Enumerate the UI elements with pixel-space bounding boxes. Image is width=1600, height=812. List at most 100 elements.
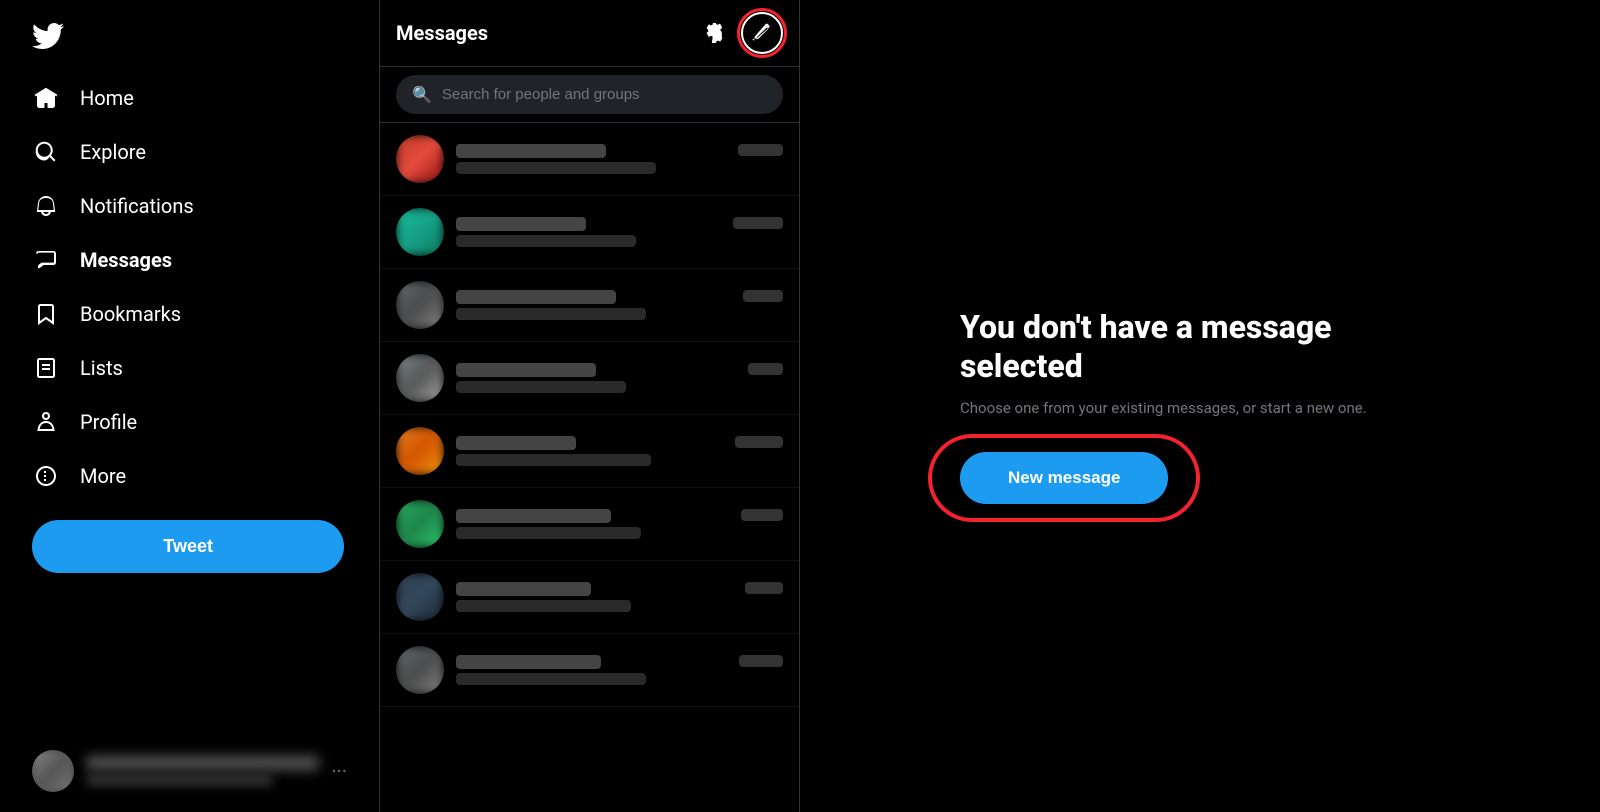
message-list-item[interactable] (380, 196, 799, 269)
message-preview (456, 527, 641, 539)
message-avatar (396, 427, 444, 475)
tweet-button[interactable]: Tweet (32, 520, 344, 573)
account-more-dots: ··· (331, 759, 347, 783)
message-preview (456, 162, 656, 174)
sidebar-item-home[interactable]: Home (16, 72, 363, 124)
message-content (456, 144, 783, 174)
message-preview (456, 454, 651, 466)
no-message-selected-panel: You don't have a message selected Choose… (960, 308, 1440, 503)
message-list (380, 123, 799, 812)
sidebar-item-bookmarks[interactable]: Bookmarks (16, 288, 363, 340)
bookmark-icon (32, 300, 60, 328)
new-message-button[interactable]: New message (960, 452, 1168, 504)
message-sender-name (456, 363, 596, 377)
sidebar-item-notifications[interactable]: Notifications (16, 180, 363, 232)
messages-icon (32, 246, 60, 274)
message-sender-name (456, 436, 576, 450)
message-list-item[interactable] (380, 415, 799, 488)
message-name-row (456, 217, 783, 231)
message-list-item[interactable] (380, 342, 799, 415)
message-timestamp (741, 509, 783, 521)
no-selection-subtitle: Choose one from your existing messages, … (960, 397, 1367, 420)
sidebar-item-explore[interactable]: Explore (16, 126, 363, 178)
message-content (456, 509, 783, 539)
message-preview (456, 308, 646, 320)
message-preview (456, 673, 646, 685)
message-timestamp (739, 655, 783, 667)
message-avatar (396, 646, 444, 694)
header-icons (695, 12, 783, 54)
sidebar-item-messages-label: Messages (80, 248, 172, 272)
sidebar-item-lists[interactable]: Lists (16, 342, 363, 394)
user-handle (86, 774, 273, 786)
user-info (86, 756, 319, 786)
message-list-item[interactable] (380, 269, 799, 342)
list-icon (32, 354, 60, 382)
message-avatar (396, 500, 444, 548)
sidebar-item-explore-label: Explore (80, 140, 146, 164)
messages-panel: Messages 🔍 (380, 0, 800, 812)
more-circle-icon (32, 462, 60, 490)
explore-icon (32, 138, 60, 166)
sidebar-item-messages[interactable]: Messages (16, 234, 363, 286)
message-sender-name (456, 655, 601, 669)
search-input[interactable] (442, 86, 767, 103)
message-avatar (396, 135, 444, 183)
message-avatar (396, 573, 444, 621)
sidebar-item-lists-label: Lists (80, 356, 123, 380)
new-message-compose-button[interactable] (741, 12, 783, 54)
sidebar-item-more[interactable]: More (16, 450, 363, 502)
message-avatar (396, 208, 444, 256)
message-preview (456, 381, 626, 393)
sidebar-item-notifications-label: Notifications (80, 194, 194, 218)
messages-header: Messages (380, 0, 799, 67)
search-input-wrap: 🔍 (396, 75, 783, 114)
sidebar-item-profile[interactable]: Profile (16, 396, 363, 448)
message-list-item[interactable] (380, 123, 799, 196)
message-timestamp (743, 290, 783, 302)
message-name-row (456, 436, 783, 450)
message-avatar (396, 281, 444, 329)
message-content (456, 290, 783, 320)
message-name-row (456, 582, 783, 596)
message-avatar (396, 354, 444, 402)
message-name-row (456, 363, 783, 377)
message-timestamp (748, 363, 783, 375)
bell-icon (32, 192, 60, 220)
message-list-item[interactable] (380, 488, 799, 561)
message-sender-name (456, 582, 591, 596)
sidebar-item-home-label: Home (80, 86, 134, 110)
profile-icon (32, 408, 60, 436)
messages-title: Messages (396, 21, 488, 45)
message-content (456, 217, 783, 247)
gear-icon (702, 21, 726, 45)
message-preview (456, 235, 636, 247)
message-preview (456, 600, 631, 612)
user-account-button[interactable]: ··· (16, 738, 363, 804)
compose-icon (752, 23, 772, 43)
message-name-row (456, 509, 783, 523)
message-name-row (456, 144, 783, 158)
message-name-row (456, 655, 783, 669)
message-timestamp (745, 582, 783, 594)
twitter-bird-icon (32, 20, 64, 52)
user-display-name (86, 756, 319, 770)
message-content (456, 363, 783, 393)
message-content (456, 436, 783, 466)
home-icon (32, 84, 60, 112)
user-avatar (32, 750, 74, 792)
message-sender-name (456, 217, 586, 231)
message-timestamp (738, 144, 783, 156)
message-name-row (456, 290, 783, 304)
message-sender-name (456, 290, 616, 304)
main-content-area: You don't have a message selected Choose… (800, 0, 1600, 812)
message-list-item[interactable] (380, 634, 799, 707)
twitter-logo[interactable] (16, 8, 363, 68)
message-list-item[interactable] (380, 561, 799, 634)
sidebar-item-more-label: More (80, 464, 126, 488)
no-selection-title: You don't have a message selected (960, 308, 1440, 385)
message-sender-name (456, 144, 606, 158)
message-content (456, 582, 783, 612)
messages-settings-button[interactable] (695, 14, 733, 52)
sidebar-item-bookmarks-label: Bookmarks (80, 302, 181, 326)
